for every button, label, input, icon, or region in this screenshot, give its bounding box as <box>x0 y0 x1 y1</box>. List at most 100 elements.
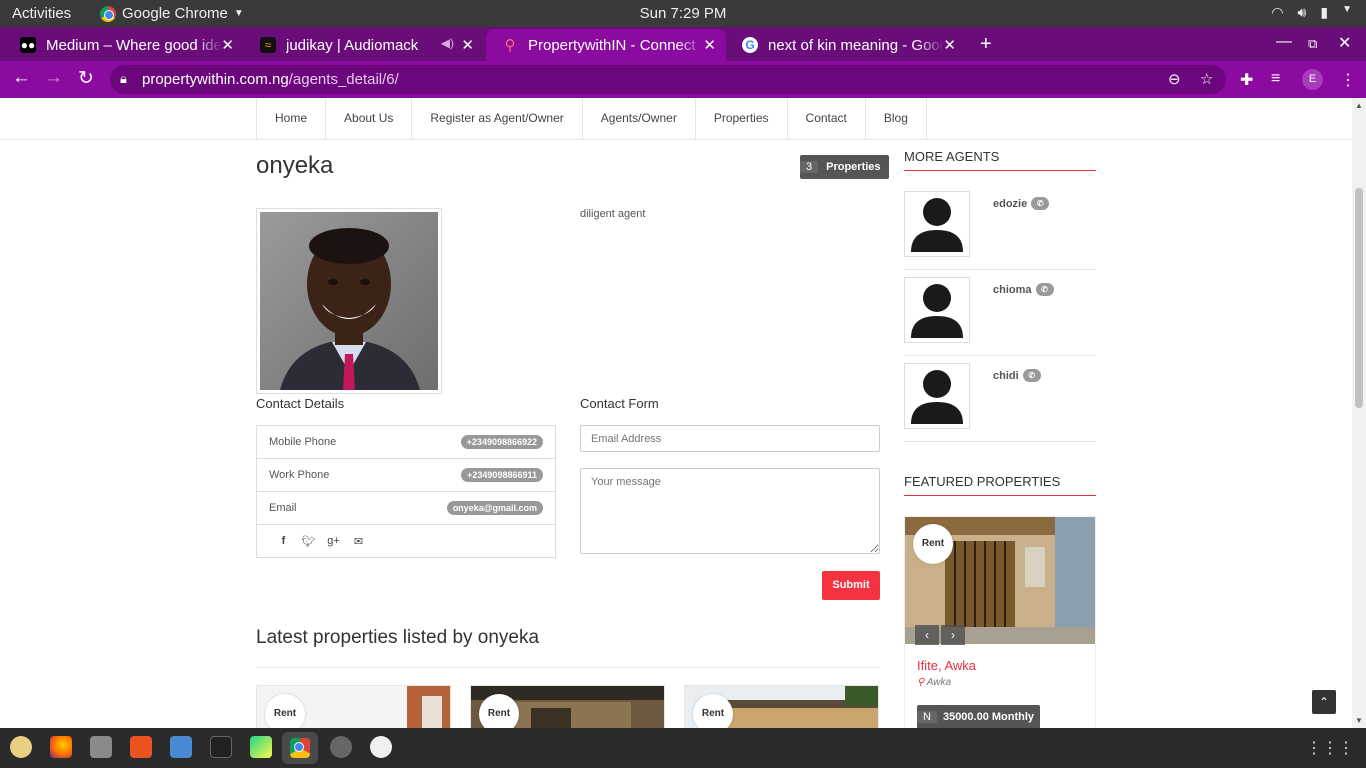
tab-strip: ●● Medium – Where good ideas find you ✕ … <box>0 27 1366 61</box>
media-control-icon[interactable]: ≡ <box>1271 70 1280 88</box>
submit-button[interactable]: Submit <box>822 571 880 600</box>
activities-button[interactable]: Activities <box>12 5 71 22</box>
scrollbar-thumb[interactable] <box>1355 188 1363 408</box>
menu-kebab-icon[interactable]: ⋮ <box>1340 70 1356 90</box>
software-center-icon[interactable] <box>130 736 152 758</box>
nav-register[interactable]: Register as Agent/Owner <box>412 98 583 139</box>
facebook-icon[interactable]: f <box>271 535 296 547</box>
nav-about-us[interactable]: About Us <box>326 98 413 139</box>
nav-agents-owner[interactable]: Agents/Owner <box>583 98 696 139</box>
url-text[interactable]: propertywithin.com.ng/agents_detail/6/ <box>142 71 399 88</box>
system-tray[interactable]: ◠ 🔊︎ ▮ ▼ <box>1271 4 1352 21</box>
tab-audiomack[interactable]: ≈ judikay | Audiomack ◀) ✕ <box>244 29 484 61</box>
twitter-icon[interactable]: 🐦︎ <box>296 535 321 548</box>
profile-avatar[interactable]: E <box>1302 69 1323 90</box>
document-icon[interactable] <box>170 736 192 758</box>
site-nav: Home About Us Register as Agent/Owner Ag… <box>0 98 1352 140</box>
zoom-icon[interactable]: ⊖ <box>1168 70 1181 88</box>
tab-propertywithin[interactable]: ⚲ PropertywithIN - Connect ✕ <box>486 29 726 61</box>
agent-list-item[interactable]: edozie ✆ <box>904 184 1096 270</box>
new-tab-button[interactable]: + <box>980 33 992 56</box>
contact-label: Work Phone <box>269 469 330 481</box>
chevron-left-icon[interactable]: ‹ <box>915 625 939 645</box>
featured-property-location: Awka <box>926 677 952 688</box>
phone-icon[interactable]: ✆ <box>1031 197 1050 210</box>
scroll-up-arrow-icon[interactable]: ▲ <box>1355 101 1363 110</box>
chevron-down-icon: ▼ <box>233 8 244 19</box>
show-apps-grid-icon[interactable]: ⋮⋮⋮ <box>1306 738 1354 758</box>
scroll-to-top-button[interactable]: ⌃ <box>1312 690 1336 714</box>
terminal-icon[interactable] <box>210 736 232 758</box>
nav-contact[interactable]: Contact <box>788 98 866 139</box>
nav-blog[interactable]: Blog <box>866 98 927 139</box>
rent-badge: Rent <box>913 524 953 564</box>
contact-details-box: Mobile Phone +2349098866922 Work Phone +… <box>256 425 556 558</box>
featured-property-name[interactable]: Ifite, Awka <box>917 658 976 673</box>
app-icon[interactable] <box>370 736 392 758</box>
page-viewport: Home About Us Register as Agent/Owner Ag… <box>0 98 1366 728</box>
contact-value: onyeka@gmail.com <box>446 501 543 515</box>
agent-list-item[interactable]: chioma ✆ <box>904 270 1096 356</box>
app-menu[interactable]: Google Chrome ▼ <box>100 5 244 22</box>
phone-icon[interactable]: ✆ <box>1035 283 1054 296</box>
extensions-icon[interactable]: ✚ <box>1240 70 1253 90</box>
chevron-right-icon[interactable]: › <box>941 625 965 645</box>
envelope-icon[interactable]: ✉ <box>346 535 371 548</box>
scroll-down-arrow-icon[interactable]: ▼ <box>1355 716 1363 725</box>
forward-button[interactable]: → <box>44 67 63 89</box>
taskbar: ⋮⋮⋮ <box>0 728 1366 768</box>
property-count: 3 <box>800 161 819 173</box>
agent-list-name[interactable]: chidi <box>993 370 1019 382</box>
back-button[interactable]: ← <box>12 67 31 89</box>
divider <box>256 667 880 668</box>
price-badge: N 35000.00 Monthly <box>917 705 1041 728</box>
close-icon[interactable]: ✕ <box>221 36 234 54</box>
property-card[interactable]: Rent <box>256 685 451 728</box>
close-window-button[interactable]: ✕ <box>1338 33 1351 53</box>
property-card[interactable]: Rent <box>684 685 879 728</box>
property-count-badge[interactable]: 3 Properties <box>800 155 889 179</box>
contact-row: Mobile Phone +2349098866922 <box>257 426 555 459</box>
address-bar[interactable]: 🔒︎ propertywithin.com.ng/agents_detail/6… <box>110 65 1226 94</box>
maximize-button[interactable]: ⧉ <box>1308 36 1317 52</box>
featured-property-card[interactable]: Rent ‹ › Ifite, Awka ⚲ Awka N 35000.00 M… <box>904 516 1096 728</box>
agent-list-item[interactable]: chidi ✆ <box>904 356 1096 442</box>
google-plus-icon[interactable]: g+ <box>321 535 346 547</box>
tab-medium[interactable]: ●● Medium – Where good ideas find you ✕ <box>4 29 244 61</box>
contact-form-heading: Contact Form <box>580 396 659 411</box>
tab-google-search[interactable]: G next of kin meaning - Google Search ✕ <box>726 29 966 61</box>
reload-button[interactable]: ↻ <box>78 67 94 90</box>
rent-badge: Rent <box>265 694 305 728</box>
close-icon[interactable]: ✕ <box>703 36 716 54</box>
audiomack-icon: ≈ <box>260 37 276 53</box>
firefox-icon[interactable] <box>50 736 72 758</box>
pycharm-icon[interactable] <box>250 736 272 758</box>
url-path: /agents_detail/6/ <box>288 71 399 88</box>
chrome-icon[interactable] <box>290 738 310 758</box>
more-agents-heading: MORE AGENTS <box>904 149 1000 164</box>
close-icon[interactable]: ✕ <box>461 36 474 54</box>
property-card[interactable]: Rent <box>470 685 665 728</box>
email-field[interactable] <box>580 425 880 452</box>
files-icon[interactable] <box>90 736 112 758</box>
minimize-button[interactable]: — <box>1276 33 1292 51</box>
close-icon[interactable]: ✕ <box>943 36 956 54</box>
bookmark-star-icon[interactable]: ☆ <box>1200 70 1213 88</box>
rhythmbox-icon[interactable] <box>10 736 32 758</box>
nav-home[interactable]: Home <box>257 98 327 139</box>
price-value: 35000.00 Monthly <box>942 711 1035 723</box>
medium-icon: ●● <box>20 37 36 53</box>
phone-icon[interactable]: ✆ <box>1022 369 1041 382</box>
clock[interactable]: Sun 7:29 PM <box>640 5 727 22</box>
contact-value: +2349098866911 <box>461 468 543 482</box>
page-scrollbar[interactable]: ▲ ▼ <box>1352 98 1366 728</box>
tab-title: next of kin meaning - Google Search <box>768 36 944 54</box>
map-pin-icon: ⚲ <box>504 37 516 54</box>
nav-properties[interactable]: Properties <box>696 98 788 139</box>
agent-list-name[interactable]: edozie <box>993 198 1027 210</box>
message-field[interactable] <box>580 468 880 554</box>
agent-list-name[interactable]: chioma <box>993 284 1032 296</box>
app-name: Google Chrome <box>122 5 228 22</box>
contact-details-heading: Contact Details <box>256 396 345 411</box>
screenshot-icon[interactable] <box>330 736 352 758</box>
